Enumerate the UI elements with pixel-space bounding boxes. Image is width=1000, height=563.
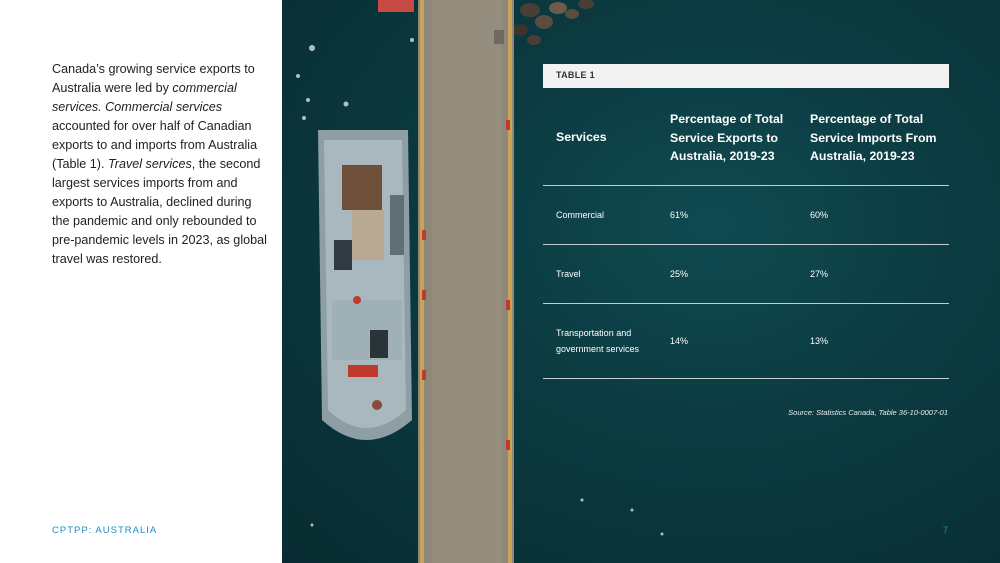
- table-source: Source: Statistics Canada, Table 36-10-0…: [788, 408, 948, 417]
- row-1-service: Commercial: [556, 210, 605, 220]
- text-panel: Canada’s growing service exports to Aust…: [0, 0, 282, 563]
- table-rule: [543, 244, 949, 245]
- header-services: Services: [556, 130, 607, 144]
- row-3-exports: 14%: [670, 336, 689, 346]
- intro-emphasis-travel: Travel services: [108, 157, 192, 171]
- row-2-service: Travel: [556, 269, 581, 279]
- row-3-service: Transportation and government services: [556, 328, 640, 354]
- table-rule: [543, 185, 949, 186]
- fishing-vessel: [318, 130, 412, 440]
- header-exports: Percentage of Total Service Exports to A…: [670, 112, 784, 163]
- row-2-exports: 25%: [670, 269, 689, 279]
- header-imports: Percentage of Total Service Imports From…: [810, 112, 937, 163]
- page-number: 7: [943, 525, 949, 535]
- table-title-bar: TABLE 1: [543, 64, 949, 88]
- footer-label: CPTPP: AUSTRALIA: [52, 525, 158, 536]
- row-2-imports: 27%: [810, 269, 829, 279]
- row-3-imports: 13%: [810, 336, 829, 346]
- row-1-imports: 60%: [810, 210, 829, 220]
- table-rule: [543, 303, 949, 304]
- intro-paragraph: Canada’s growing service exports to Aust…: [52, 60, 267, 269]
- row-1-exports: 61%: [670, 210, 689, 220]
- table-title: TABLE 1: [556, 70, 595, 80]
- rocks: [512, 0, 594, 45]
- table-rule: [543, 378, 949, 379]
- intro-text-3: , the second largest services imports fr…: [52, 157, 267, 266]
- pier: [418, 0, 514, 563]
- small-boat: [378, 0, 414, 12]
